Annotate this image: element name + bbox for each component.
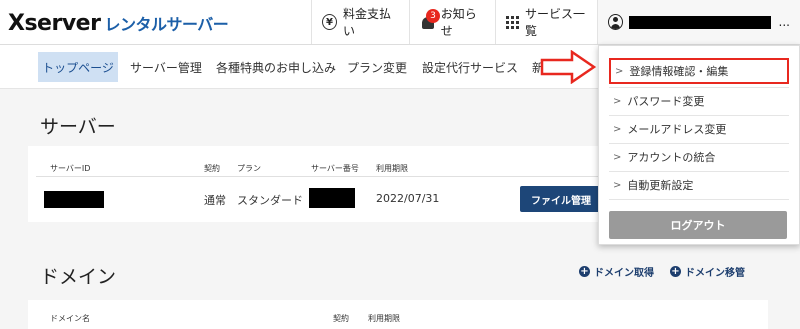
col-plan: プラン: [237, 164, 261, 173]
menu-item-label: 登録情報確認・編集: [629, 65, 729, 78]
services-label: サービス一覧: [525, 7, 586, 38]
redacted-username: [629, 15, 771, 29]
logo-text: Xserver: [8, 11, 101, 36]
menu-password-change[interactable]: > パスワード変更: [609, 88, 789, 114]
menu-item-label: 自動更新設定: [627, 179, 694, 192]
plus-icon: +: [670, 266, 681, 277]
server-contract-value: 通常: [204, 194, 226, 207]
col-server-number: サーバー番号: [311, 164, 359, 173]
menu-registration-info[interactable]: > 登録情報確認・編集: [609, 58, 789, 84]
news-button[interactable]: 3 お知らせ: [409, 0, 495, 44]
user-icon: [608, 14, 624, 30]
red-arrow-annotation: [540, 50, 596, 84]
payment-label: 料金支払い: [343, 7, 392, 38]
nav-top-page[interactable]: トップページ: [38, 52, 118, 82]
file-manager-button[interactable]: ファイル管理: [520, 186, 602, 212]
payment-button[interactable]: ¥ 料金支払い: [311, 0, 409, 44]
services-button[interactable]: サービス一覧: [495, 0, 598, 44]
col-server-id: サーバーID: [50, 164, 91, 173]
menu-divider: [609, 199, 789, 200]
chevron-right-icon: >: [613, 151, 622, 163]
nav-plan-change[interactable]: プラン変更: [344, 52, 410, 82]
redacted-server-id: [44, 191, 104, 208]
account-dropdown-menu: > 登録情報確認・編集 > パスワード変更 > メールアドレス変更 > アカウン…: [598, 45, 800, 245]
grid-icon: [506, 15, 519, 29]
yen-icon: ¥: [322, 14, 338, 30]
table-divider: [36, 176, 696, 177]
menu-item-label: アカウントの統合: [627, 151, 716, 164]
col-expiry: 利用期限: [376, 164, 408, 173]
col-domain-expiry: 利用期限: [368, 314, 400, 323]
news-label: お知らせ: [440, 7, 477, 38]
nav-server-management[interactable]: サーバー管理: [126, 52, 206, 82]
top-header: Xserver レンタルサーバー ¥ 料金支払い 3 お知らせ サービス一覧 .…: [0, 0, 800, 45]
col-domain-name: ドメイン名: [50, 314, 90, 323]
bell-icon: 3: [420, 9, 440, 31]
domain-transfer-label: ドメイン移管: [685, 268, 745, 279]
redacted-server-number: [309, 188, 355, 208]
notification-badge: 3: [426, 9, 440, 23]
menu-auto-renewal[interactable]: > 自動更新設定: [609, 172, 789, 198]
chevron-right-icon: >: [615, 65, 624, 77]
plus-icon: +: [579, 266, 590, 277]
username-ellipsis: ...: [778, 15, 790, 29]
chevron-right-icon: >: [613, 95, 622, 107]
col-domain-contract: 契約: [333, 314, 349, 323]
server-section-heading: サーバー: [40, 116, 116, 138]
chevron-right-icon: >: [613, 179, 622, 191]
menu-account-merge[interactable]: > アカウントの統合: [609, 144, 789, 170]
domain-transfer-link[interactable]: + ドメイン移管: [670, 264, 745, 279]
domain-section-heading: ドメイン: [40, 266, 117, 288]
menu-item-label: メールアドレス変更: [627, 123, 727, 136]
domain-acquire-link[interactable]: + ドメイン取得: [579, 264, 654, 279]
nav-setup-service[interactable]: 設定代行サービス: [420, 52, 520, 82]
menu-email-change[interactable]: > メールアドレス変更: [609, 116, 789, 142]
domain-acquire-label: ドメイン取得: [594, 268, 654, 279]
server-plan-value: スタンダード: [237, 194, 303, 207]
account-menu-button[interactable]: ...: [598, 0, 800, 44]
col-contract: 契約: [204, 164, 220, 173]
server-expiry-value: 2022/07/31: [376, 192, 440, 205]
nav-benefits-application[interactable]: 各種特典のお申し込み: [216, 52, 336, 82]
chevron-right-icon: >: [613, 123, 622, 135]
logo-subtitle: レンタルサーバー: [104, 15, 229, 34]
logout-button[interactable]: ログアウト: [609, 211, 787, 239]
xserver-logo[interactable]: Xserver レンタルサーバー: [8, 11, 229, 36]
menu-item-label: パスワード変更: [627, 95, 705, 108]
